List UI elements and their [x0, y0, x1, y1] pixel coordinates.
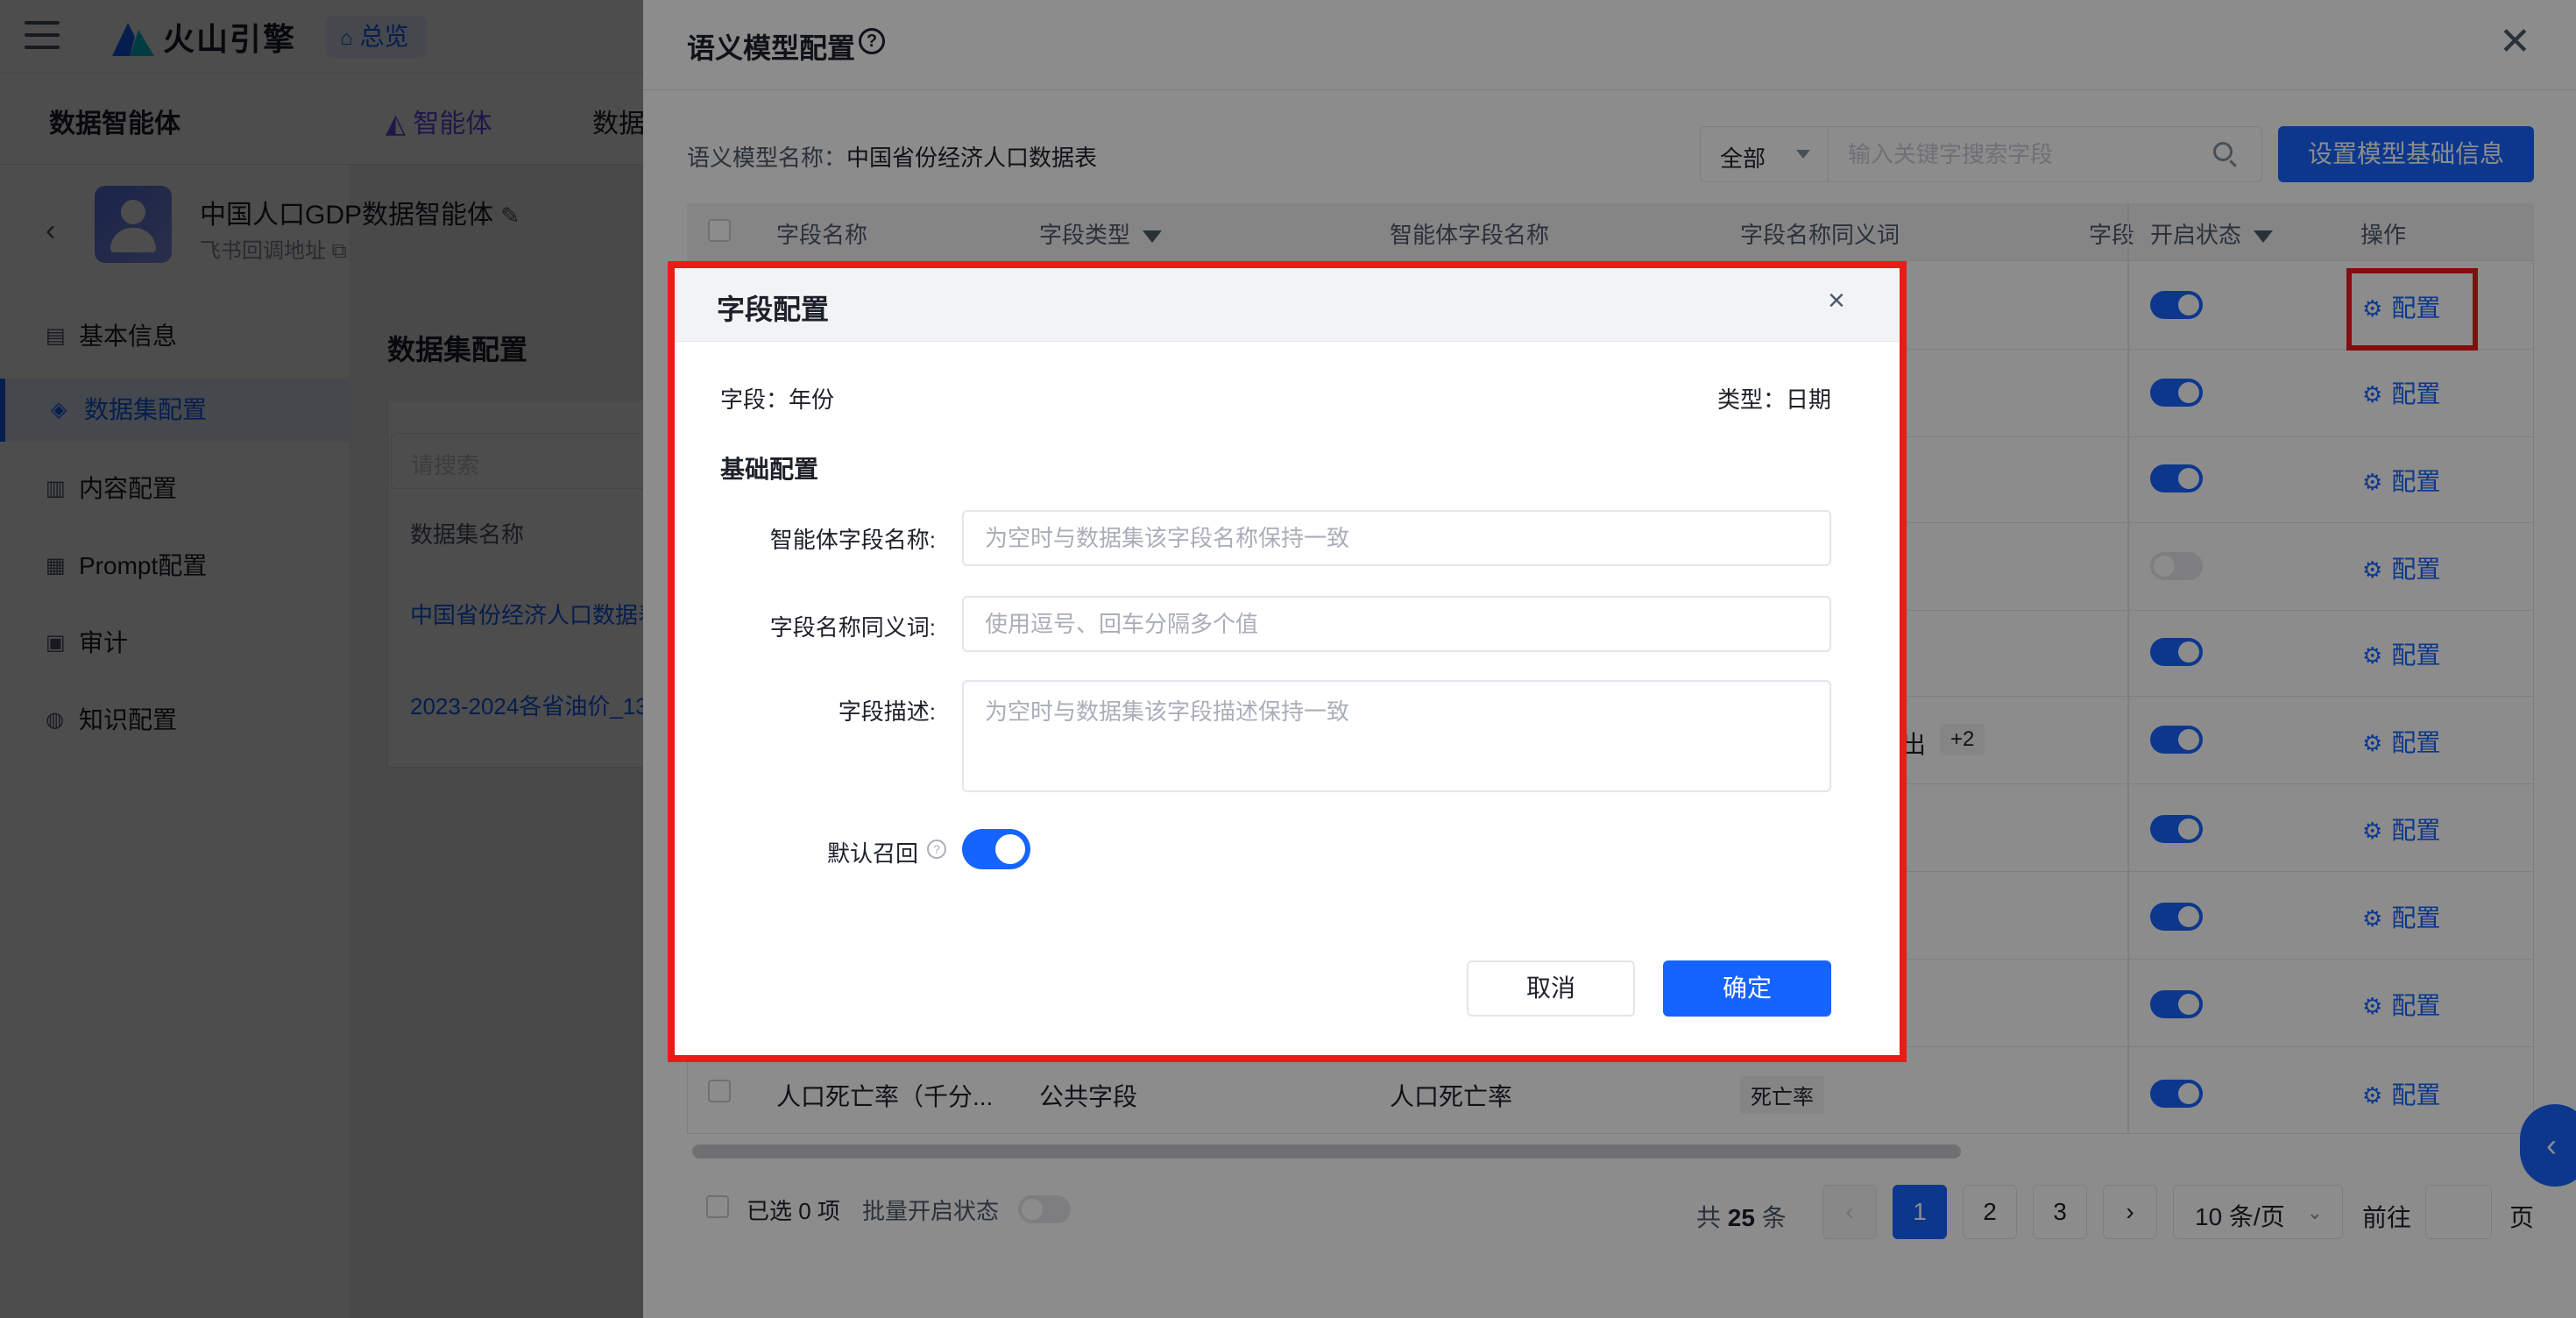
modal-highlight-box — [668, 261, 1907, 1062]
